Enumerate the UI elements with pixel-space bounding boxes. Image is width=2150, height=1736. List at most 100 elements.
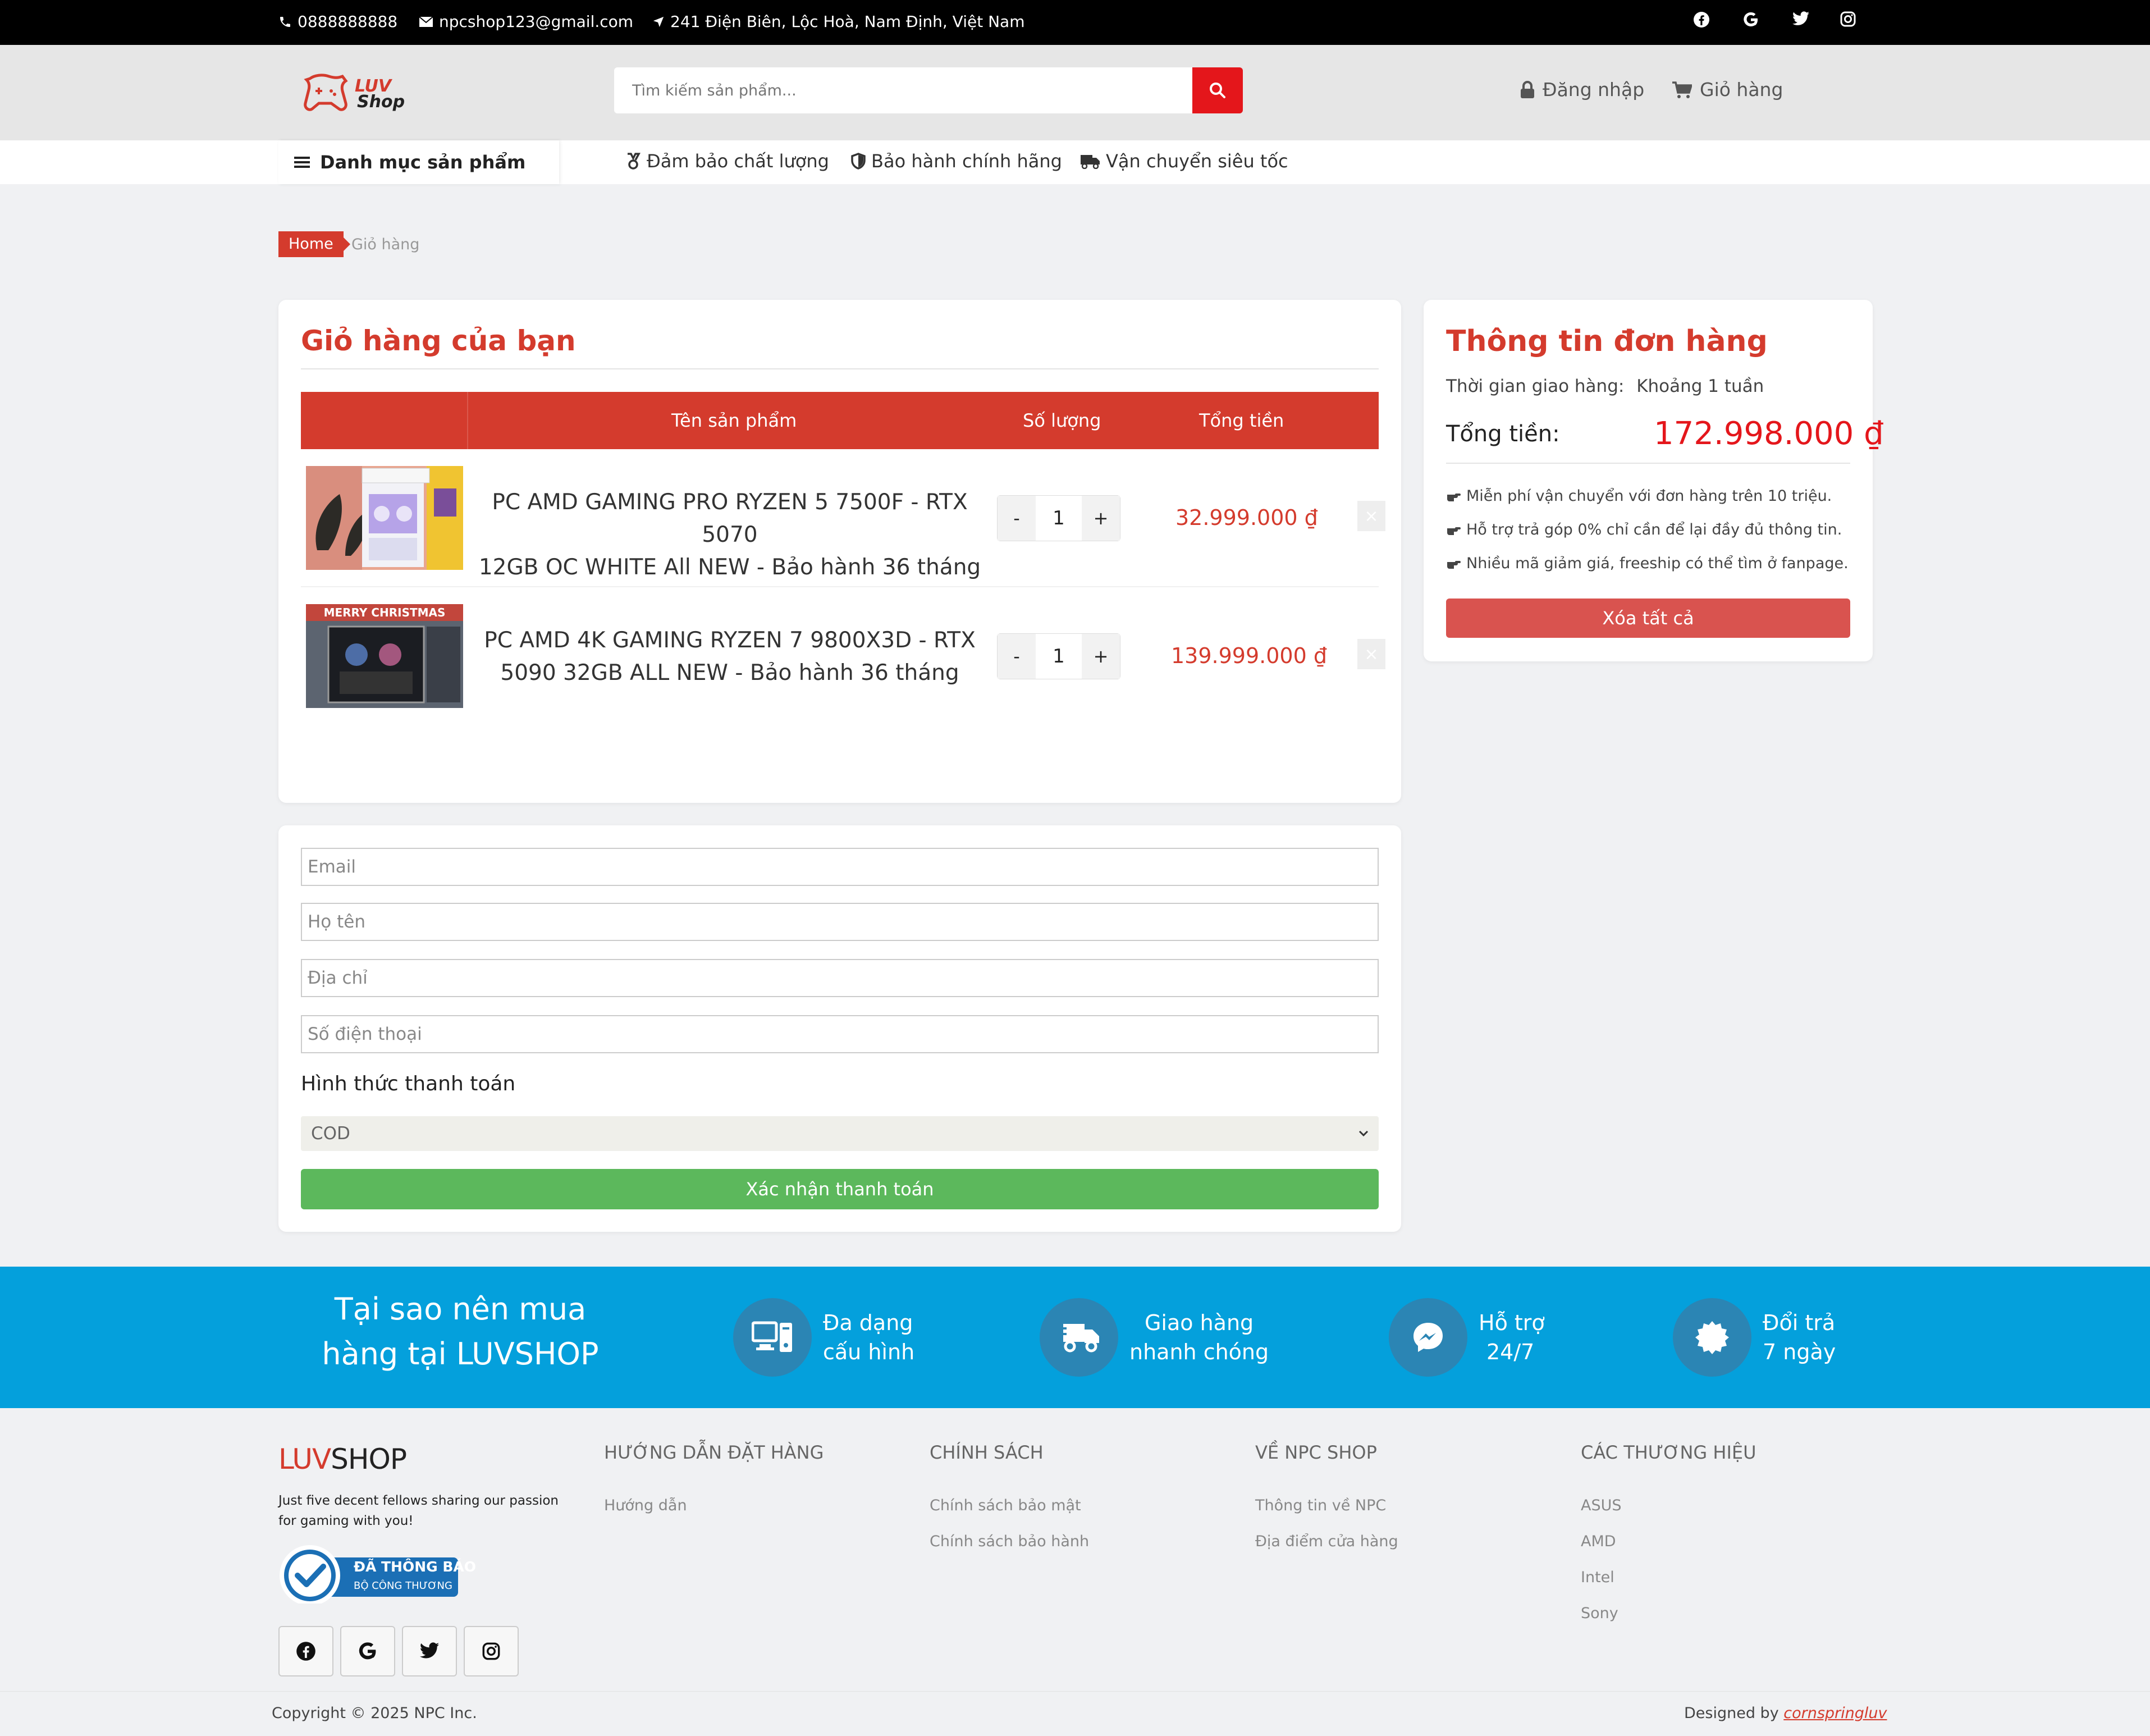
phone-icon [280,16,290,27]
email-field[interactable] [302,849,1378,885]
order-note-text: Miễn phí vận chuyển với đơn hàng trên 10… [1466,487,1832,505]
cart-table-header: Tên sản phẩm Số lượng Tổng tiền [301,392,1379,449]
divider [301,368,1379,369]
footer-brand[interactable]: LUVSHOP [278,1443,407,1475]
why-feature-line: cấu hình [823,1340,915,1364]
remove-item-button[interactable]: × [1357,501,1385,531]
clear-all-button[interactable]: Xóa tất cả [1446,599,1850,638]
badge-line1: ĐÃ THÔNG BÁO [354,1559,477,1575]
nav-item-warranty[interactable]: Bảo hành chính hãng [851,150,1062,172]
nav-item-quality[interactable]: Đảm bảo chất lượng [625,150,829,172]
contact-address[interactable]: 241 Điện Biên, Lộc Hoà, Nam Định, Việt N… [652,12,1024,31]
designed-by-label: Designed by [1684,1705,1779,1722]
facebook-icon [296,1642,315,1661]
search-input[interactable] [614,67,1192,113]
computer-icon [733,1298,812,1377]
breadcrumb-home[interactable]: Home [278,231,350,257]
column-divider [467,392,468,449]
cart-title: Giỏ hàng của bạn [301,325,576,357]
why-feature-text: Giao hàng nhanh chóng [1129,1308,1269,1367]
payment-method-select[interactable]: COD [301,1116,1379,1151]
product-thumbnail[interactable] [306,466,463,570]
footer-link[interactable]: Chính sách bảo mật [930,1497,1081,1514]
footer-link[interactable]: ASUS [1581,1497,1622,1514]
row-divider [301,586,1379,587]
product-name[interactable]: PC AMD 4K GAMING RYZEN 7 9800X3D - RTX 5… [472,624,988,689]
why-feature-line: Giao hàng [1144,1310,1254,1335]
google-icon[interactable] [1742,11,1759,33]
footer-facebook-button[interactable] [278,1626,333,1676]
footer-link[interactable]: Địa điểm cửa hàng [1255,1533,1398,1550]
instagram-icon[interactable] [1840,11,1856,31]
footer-heading: CHÍNH SÁCH [930,1442,1044,1463]
address-text: 241 Điện Biên, Lộc Hoà, Nam Định, Việt N… [670,12,1025,31]
search-icon [1210,83,1225,98]
decrease-button[interactable]: - [998,496,1036,541]
phone-field[interactable] [302,1016,1378,1052]
nav-item-label: Vận chuyển siêu tốc [1106,150,1288,172]
email-field-wrap [301,848,1379,886]
search-button[interactable] [1192,67,1243,113]
contact-email[interactable]: npcshop123@gmail.com [419,12,633,31]
why-title-line: Tại sao nên mua [334,1291,587,1327]
twitter-icon[interactable] [1792,11,1810,31]
increase-button[interactable]: + [1082,634,1120,679]
product-name-line: PC AMD 4K GAMING RYZEN 7 9800X3D - RTX [484,628,976,653]
hand-point-icon [1447,493,1461,501]
payment-selected: COD [311,1123,350,1144]
footer-link[interactable]: AMD [1581,1533,1616,1550]
increase-button[interactable]: + [1082,496,1120,541]
confirm-payment-button[interactable]: Xác nhận thanh toán [301,1169,1379,1209]
delivery-label: Thời gian giao hàng: [1446,376,1625,396]
product-name[interactable]: PC AMD GAMING PRO RYZEN 5 7500F - RTX 50… [472,486,988,584]
google-icon [359,1642,376,1660]
badge-line2: BỘ CÔNG THƯƠNG [354,1580,452,1592]
medal-icon [628,153,641,170]
column-quantity: Số lượng [1023,410,1101,431]
decrease-button[interactable]: - [998,634,1036,679]
footer-google-button[interactable] [340,1626,395,1676]
footer-link[interactable]: Sony [1581,1605,1618,1622]
category-label: Danh mục sản phẩm [320,152,526,173]
contact-phone[interactable]: 0888888888 [278,12,397,31]
nav-item-shipping[interactable]: Vận chuyển siêu tốc [1080,150,1288,172]
location-arrow-icon [653,16,664,27]
logo-text: LUV Shop [355,78,405,112]
quantity-stepper: - 1 + [997,495,1120,541]
truck-fast-icon [1040,1298,1118,1377]
product-name-line: 12GB OC WHITE All NEW - Bảo hành 36 thán… [478,555,981,580]
designer-link[interactable]: cornspringluv [1783,1705,1887,1722]
remove-item-button[interactable]: × [1357,639,1385,669]
logo-text-bottom: Shop [357,92,405,112]
close-icon: × [1364,506,1379,526]
name-field[interactable] [302,904,1378,940]
footer-twitter-button[interactable] [402,1626,457,1676]
quantity-value[interactable]: 1 [1036,496,1082,541]
footer-instagram-button[interactable] [464,1626,519,1676]
order-note: Hỗ trợ trả góp 0% chỉ cần để lại đầy đủ … [1446,521,1842,538]
why-feature-text: Hỗ trợ 24/7 [1479,1308,1545,1367]
instagram-icon [482,1642,500,1660]
footer-link[interactable]: Intel [1581,1569,1614,1586]
footer-link[interactable]: Hướng dẫn [604,1497,687,1514]
why-title-line: hàng tại LUVSHOP [322,1336,599,1372]
footer-link[interactable]: Chính sách bảo hành [930,1533,1089,1550]
quantity-value[interactable]: 1 [1036,634,1082,679]
product-name-line: 5090 32GB ALL NEW - Bảo hành 36 tháng [500,660,959,686]
chevron-down-icon [1358,1130,1369,1137]
address-field-wrap [301,959,1379,997]
envelope-icon [419,16,433,27]
footer-link[interactable]: Thông tin về NPC [1255,1497,1386,1514]
why-feature-text: Đổi trả 7 ngày [1763,1308,1836,1367]
cart-link[interactable]: Giỏ hàng [1672,79,1783,100]
product-thumbnail[interactable]: MERRY CHRISTMAS [306,604,463,708]
order-note-text: Nhiều mã giảm giá, freeship có thể tìm ở… [1466,555,1849,572]
login-link[interactable]: Đăng nhập [1520,79,1644,100]
address-field[interactable] [302,960,1378,996]
nav-item-label: Đảm bảo chất lượng [647,150,829,172]
ministry-badge[interactable]: ĐÃ THÔNG BÁO BỘ CÔNG THƯƠNG [278,1542,476,1606]
category-menu[interactable]: Danh mục sản phẩm [278,140,559,184]
order-note: Miễn phí vận chuyển với đơn hàng trên 10… [1446,487,1832,505]
why-feature-line: Hỗ trợ [1479,1310,1545,1335]
facebook-icon[interactable] [1693,11,1710,33]
